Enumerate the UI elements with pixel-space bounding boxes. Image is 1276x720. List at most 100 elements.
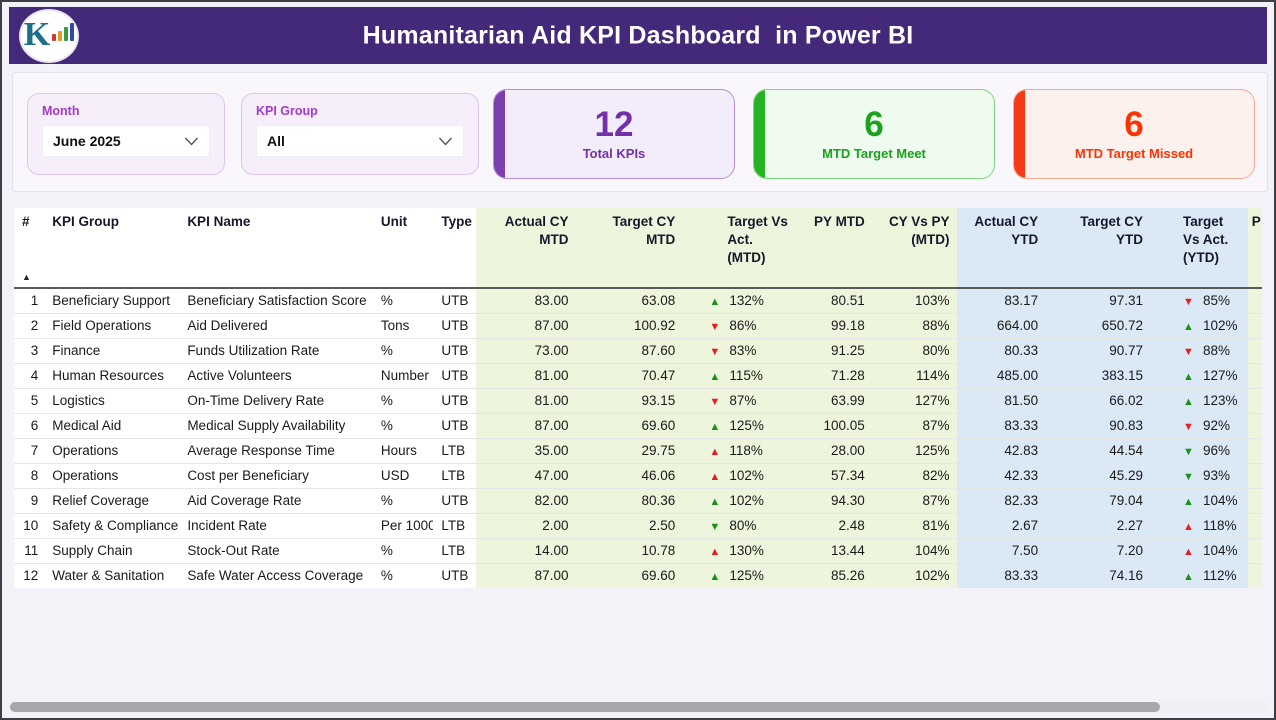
cell-tva_mtd-value: 115% [729,368,763,383]
table-row[interactable]: 9Relief CoverageAid Coverage Rate%UTB82.… [14,488,1262,513]
cell-group: Operations [44,438,179,463]
mtd-target-missed-card-value: 6 [1124,107,1143,144]
cell-tva_ytd-value: 92% [1203,418,1230,433]
cell-tva_ytd-value: 85% [1203,293,1230,308]
month-dropdown[interactable]: June 2025 [42,125,210,157]
cell-cut [1248,388,1262,413]
cell-type: UTB [433,488,475,513]
cell-name: Stock-Out Rate [179,538,373,563]
cell-tva_mtd-value: 125% [729,568,764,583]
cell-num: 12 [14,563,44,588]
cell-target_ytd: 90.77 [1046,338,1151,363]
cell-py_mtd: 91.25 [796,338,873,363]
cell-name: Medical Supply Availability [179,413,373,438]
mtd-target-meet-card-accent-bar [754,90,765,178]
column-header-actual_mtd[interactable]: Actual CY MTD [476,208,577,288]
total-kpis-card[interactable]: 12Total KPIs [493,89,735,179]
cell-tva_ytd-value: 104% [1203,543,1238,558]
cell-name: Active Volunteers [179,363,373,388]
cell-actual_mtd: 47.00 [476,463,577,488]
arrow-down-icon: ▼ [709,396,729,408]
column-header-name[interactable]: KPI Name [179,208,373,288]
cell-actual_ytd: 2.67 [957,513,1046,538]
column-header-actual_ytd[interactable]: Actual CY YTD [957,208,1046,288]
column-header-cut[interactable]: P [1248,208,1262,288]
cell-tva_mtd-value: 130% [729,543,764,558]
cell-name: Funds Utilization Rate [179,338,373,363]
filter-strip: Month June 2025 KPI Group All 12Total KP… [12,72,1268,192]
cell-type: LTB [433,438,475,463]
horizontal-scrollbar-thumb[interactable] [10,702,1160,712]
cell-actual_mtd: 73.00 [476,338,577,363]
column-header-target_ytd[interactable]: Target CY YTD [1046,208,1151,288]
arrow-down-icon: ▼ [1183,296,1203,308]
cell-actual_mtd: 2.00 [476,513,577,538]
cell-target_ytd: 90.83 [1046,413,1151,438]
column-header-py_mtd[interactable]: PY MTD [796,208,873,288]
table-row[interactable]: 2Field OperationsAid DeliveredTonsUTB87.… [14,313,1262,338]
table-row[interactable]: 4Human ResourcesActive VolunteersNumberU… [14,363,1262,388]
title-banner: K Humanitarian Aid KPI Dashboard in Powe… [9,7,1267,64]
month-dropdown-value: June 2025 [53,133,121,149]
cell-actual_mtd: 14.00 [476,538,577,563]
cell-unit: % [373,413,433,438]
cell-actual_ytd: 664.00 [957,313,1046,338]
cell-py_mtd: 71.28 [796,363,873,388]
arrow-up-icon: ▲ [1183,521,1203,533]
cell-tva_mtd-value: 83% [729,343,756,358]
cell-target_ytd: 2.27 [1046,513,1151,538]
month-slicer-label: Month [42,104,210,118]
cell-cut [1248,463,1262,488]
cell-unit: Number [373,363,433,388]
cell-actual_ytd: 83.33 [957,563,1046,588]
cell-type: UTB [433,563,475,588]
cell-tva_ytd: ▲118% [1151,513,1248,538]
cell-tva_ytd-value: 112% [1203,568,1237,583]
table-row[interactable]: 7OperationsAverage Response TimeHoursLTB… [14,438,1262,463]
cell-actual_ytd: 7.50 [957,538,1046,563]
chevron-down-icon [438,137,453,146]
cell-unit: Tons [373,313,433,338]
arrow-down-icon: ▼ [1183,346,1203,358]
arrow-up-icon: ▲ [1183,396,1203,408]
cell-num: 8 [14,463,44,488]
table-row[interactable]: 1Beneficiary SupportBeneficiary Satisfac… [14,288,1262,313]
kpi-group-dropdown[interactable]: All [256,125,464,157]
cell-py_mtd: 13.44 [796,538,873,563]
cell-cut [1248,513,1262,538]
mtd-target-missed-card[interactable]: 6 MTD Target Missed [1013,89,1255,179]
column-header-cy_vs_py[interactable]: CY Vs PY (MTD) [873,208,958,288]
column-header-target_mtd[interactable]: Target CY MTD [576,208,683,288]
mtd-target-missed-card-label: MTD Target Missed [1075,146,1193,161]
cell-target_mtd: 63.08 [576,288,683,313]
column-header-tva_mtd[interactable]: Target Vs Act. (MTD) [683,208,796,288]
cell-type: UTB [433,413,475,438]
cell-cy_vs_py: 127% [873,388,958,413]
cell-py_mtd: 85.26 [796,563,873,588]
cell-actual_ytd: 83.33 [957,413,1046,438]
cell-target_mtd: 29.75 [576,438,683,463]
arrow-up-icon: ▲ [1183,371,1203,383]
table-row[interactable]: 12Water & SanitationSafe Water Access Co… [14,563,1262,588]
cell-tva_mtd: ▲125% [683,563,796,588]
horizontal-scrollbar-track[interactable] [8,701,1268,713]
cell-cy_vs_py: 102% [873,563,958,588]
cell-py_mtd: 2.48 [796,513,873,538]
column-header-tva_ytd[interactable]: Target Vs Act. (YTD) [1151,208,1248,288]
cell-tva_ytd: ▲127% [1151,363,1248,388]
column-header-num[interactable]: #▲ [14,208,44,288]
table-row[interactable]: 11Supply ChainStock-Out Rate%LTB14.0010.… [14,538,1262,563]
kpi-cards: 12Total KPIs6MTD Target Meet 6 MTD Target … [493,89,1255,179]
mtd-target-meet-card[interactable]: 6MTD Target Meet [753,89,995,179]
cell-group: Medical Aid [44,413,179,438]
table-row[interactable]: 10Safety & ComplianceIncident RatePer 10… [14,513,1262,538]
table-row[interactable]: 3FinanceFunds Utilization Rate%UTB73.008… [14,338,1262,363]
table-row[interactable]: 5LogisticsOn-Time Delivery Rate%UTB81.00… [14,388,1262,413]
column-header-group[interactable]: KPI Group [44,208,179,288]
column-header-unit[interactable]: Unit [373,208,433,288]
table-row[interactable]: 6Medical AidMedical Supply Availability%… [14,413,1262,438]
cell-unit: % [373,338,433,363]
column-header-type[interactable]: Type [433,208,475,288]
arrow-up-icon: ▲ [709,421,729,433]
table-row[interactable]: 8OperationsCost per BeneficiaryUSDLTB47.… [14,463,1262,488]
